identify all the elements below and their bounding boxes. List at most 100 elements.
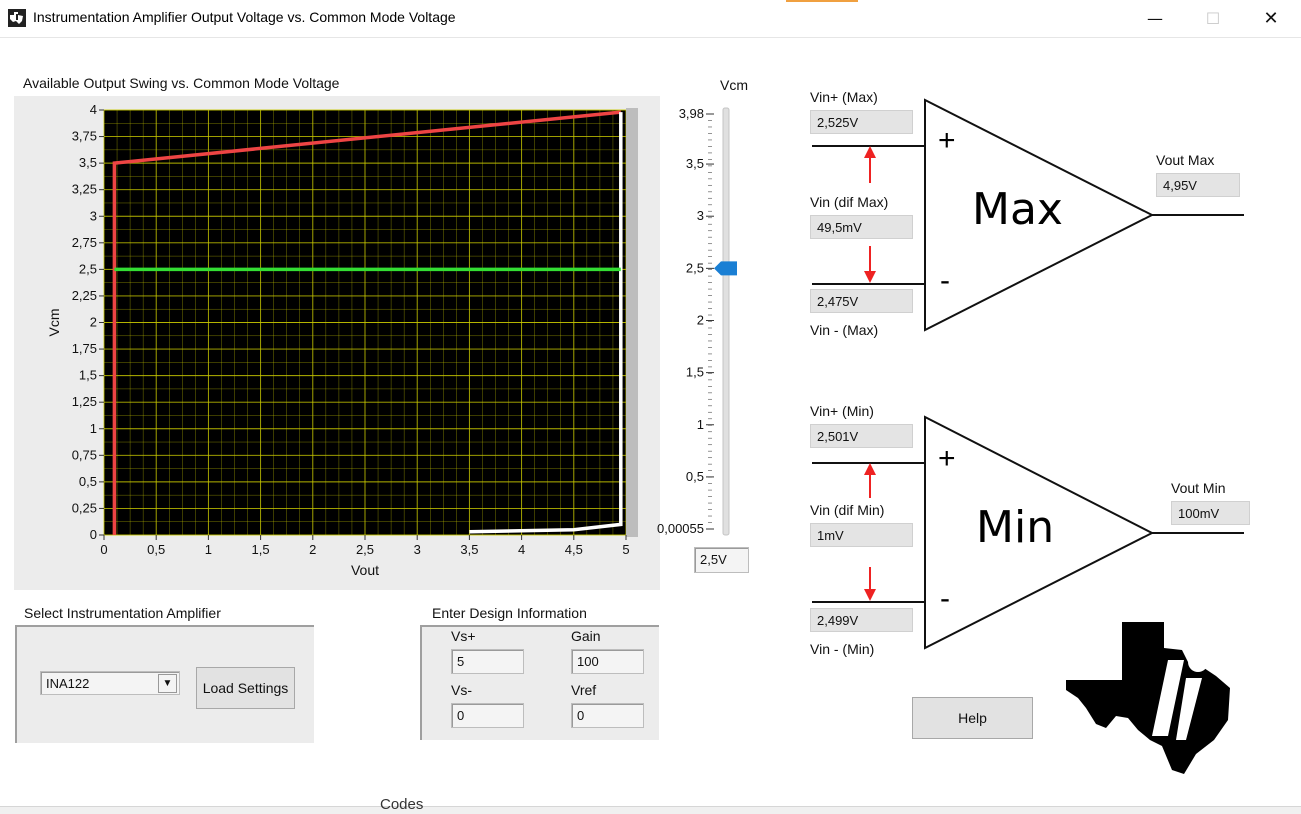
amp-select-value: INA122 — [46, 676, 90, 691]
x-tick-label: 0,5 — [147, 542, 165, 557]
x-tick-label: 1 — [205, 542, 212, 557]
load-settings-button[interactable]: Load Settings — [196, 667, 295, 709]
vin-dif-min-value: 1mV — [810, 523, 913, 547]
amp-max-arrow-up-head — [864, 146, 876, 158]
slider-track[interactable] — [722, 107, 730, 536]
vs-plus-label: Vs+ — [451, 628, 476, 644]
x-tick-label: 3 — [414, 542, 421, 557]
y-tick-label: 4 — [90, 102, 97, 117]
amp-max-label: Max — [972, 184, 1063, 235]
vin-minus-min-label: Vin - (Min) — [810, 641, 875, 657]
ti-logo-icon — [8, 9, 26, 27]
slider-tick-label: 1,5 — [686, 365, 704, 380]
taskbar-accent — [786, 0, 858, 2]
minimize-icon: — — [1147, 9, 1163, 28]
x-tick-label: 0 — [100, 542, 107, 557]
vin-plus-max-label: Vin+ (Max) — [810, 89, 878, 105]
vin-dif-min-label: Vin (dif Min) — [810, 502, 885, 518]
vcm-slider-label: Vcm — [720, 77, 748, 93]
vref-input[interactable]: 0 — [571, 703, 644, 728]
vin-dif-max-value: 49,5mV — [810, 215, 913, 239]
output-swing-chart[interactable]: 0 0,5 1 1,5 2 2,5 3 3,5 4 4,5 5 0 0,25 0,5 0,75 1 1,25 1,… — [14, 96, 660, 590]
vout-max-label: Vout Max — [1156, 152, 1215, 168]
vin-plus-min-label: Vin+ (Min) — [810, 403, 874, 419]
amp-select-dropdown[interactable]: INA122 ▼ — [40, 671, 180, 695]
gain-input[interactable]: 100 — [571, 649, 644, 674]
y-tick-label: 1 — [90, 421, 97, 436]
amp-max-plus-sign: + — [938, 124, 956, 157]
y-tick-label: 0,75 — [72, 447, 97, 462]
maximize-icon: ☐ — [1205, 9, 1221, 28]
close-icon: ✕ — [1263, 8, 1279, 29]
vout-min-label: Vout Min — [1171, 480, 1226, 496]
x-tick-label: 3,5 — [460, 542, 478, 557]
vout-min-value: 100mV — [1171, 501, 1250, 525]
vin-minus-min-value: 2,499V — [810, 608, 913, 632]
y-tick-label: 3 — [90, 208, 97, 223]
vout-max-value: 4,95V — [1156, 173, 1240, 197]
y-tick-label: 3,25 — [72, 182, 97, 197]
y-tick-label: 2,25 — [72, 288, 97, 303]
amplifier-diagram — [812, 98, 1244, 650]
chevron-down-icon[interactable]: ▼ — [158, 674, 177, 693]
minimize-button[interactable]: — — [1126, 0, 1184, 37]
chart-title: Available Output Swing vs. Common Mode V… — [23, 75, 340, 91]
x-tick-label: 4 — [518, 542, 525, 557]
design-info-label: Enter Design Information — [432, 605, 587, 621]
y-tick-label: 2,5 — [79, 261, 97, 276]
y-tick-label: 0,5 — [79, 474, 97, 489]
slider-tick-label: 0,5 — [686, 469, 704, 484]
vin-minus-max-value: 2,475V — [810, 289, 913, 313]
slider-tick-label: 3,5 — [686, 156, 704, 171]
x-tick-label: 4,5 — [565, 542, 583, 557]
close-button[interactable]: ✕ — [1242, 0, 1300, 37]
window-title: Instrumentation Amplifier Output Voltage… — [33, 9, 456, 25]
slider-tick-label: 1 — [697, 417, 704, 432]
x-tick-label: 2,5 — [356, 542, 374, 557]
y-tick-label: 3,5 — [79, 155, 97, 170]
vs-plus-input[interactable]: 5 — [451, 649, 524, 674]
slider-tick-label: 2 — [697, 312, 704, 327]
y-tick-label: 3,75 — [72, 129, 97, 144]
y-tick-label: 1,25 — [72, 394, 97, 409]
x-tick-label: 2 — [309, 542, 316, 557]
amp-max-minus-sign: - — [940, 264, 950, 297]
plot-frame-edge — [626, 108, 638, 537]
amp-min-minus-sign: - — [940, 582, 950, 615]
x-tick-label: 5 — [622, 542, 629, 557]
slider-tick-label: 3 — [697, 208, 704, 223]
texas-instruments-logo — [1066, 622, 1230, 774]
amp-min-plus-sign: + — [938, 442, 956, 475]
maximize-button[interactable]: ☐ — [1184, 0, 1242, 37]
x-axis-label: Vout — [351, 562, 379, 578]
y-tick-label: 1,75 — [72, 341, 97, 356]
amp-min-arrow-up-head — [864, 463, 876, 475]
amp-select-label: Select Instrumentation Amplifier — [24, 605, 221, 621]
vin-dif-max-label: Vin (dif Max) — [810, 194, 889, 210]
help-button[interactable]: Help — [912, 697, 1033, 739]
vin-plus-min-value: 2,501V — [810, 424, 913, 448]
vs-minus-label: Vs- — [451, 682, 472, 698]
y-axis-label: Vcm — [46, 309, 62, 337]
amp-min-label: Min — [976, 502, 1055, 553]
background-window-text: Codes — [380, 796, 424, 813]
amp-max-arrow-down-head — [864, 271, 876, 283]
vin-minus-max-label: Vin - (Max) — [810, 322, 879, 338]
gain-label: Gain — [571, 628, 601, 644]
vref-label: Vref — [571, 682, 597, 698]
x-tick-label: 1,5 — [252, 542, 270, 557]
y-tick-label: 0,25 — [72, 500, 97, 515]
slider-thumb[interactable] — [714, 261, 737, 276]
y-tick-label: 2,75 — [72, 235, 97, 250]
y-tick-label: 0 — [90, 527, 97, 542]
vin-plus-max-value: 2,525V — [810, 110, 913, 134]
y-tick-label: 1,5 — [79, 368, 97, 383]
amp-min-arrow-down-head — [864, 589, 876, 601]
vcm-slider[interactable]: 3,98 3,5 3 2,5 2 1,5 1 0,5 0,00055 — [640, 96, 770, 546]
slider-tick-label: 3,98 — [679, 106, 704, 121]
y-tick-label: 2 — [90, 315, 97, 330]
vcm-readout[interactable]: 2,5V — [694, 547, 749, 573]
vs-minus-input[interactable]: 0 — [451, 703, 524, 728]
slider-tick-label: 0,00055 — [657, 521, 704, 536]
slider-tick-label: 2,5 — [686, 260, 704, 275]
